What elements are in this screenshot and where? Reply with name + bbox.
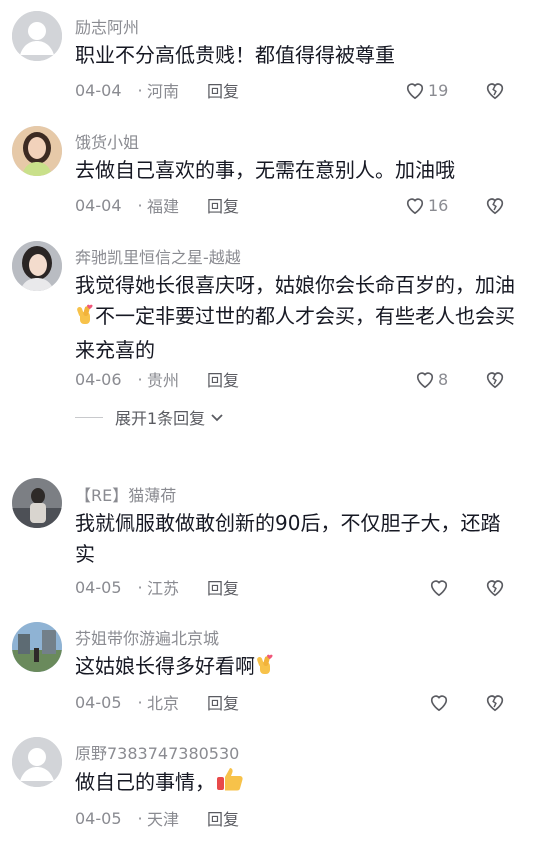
like-button[interactable]: [428, 690, 452, 714]
comment-date: 04-04: [75, 80, 122, 100]
username[interactable]: 芬姐带你游遍北京城: [75, 625, 219, 649]
avatar[interactable]: [12, 478, 62, 528]
comment-location: 贵州: [147, 371, 180, 390]
like-button[interactable]: 8: [414, 367, 448, 391]
like-button[interactable]: 19: [404, 78, 448, 102]
avatar[interactable]: [12, 126, 62, 176]
username[interactable]: 饿货小姐: [75, 129, 139, 153]
expand-replies-label: 展开1条回复: [115, 409, 206, 428]
finger-heart-emoji: [255, 654, 275, 685]
expand-replies-button[interactable]: 展开1条回复: [75, 405, 225, 429]
comment-location: 福建: [147, 197, 180, 216]
username[interactable]: 奔驰凯里恒信之星-越越: [75, 244, 241, 268]
avatar[interactable]: [12, 241, 62, 291]
reply-button[interactable]: 回复: [207, 193, 239, 217]
broken-heart-icon[interactable]: [484, 194, 506, 216]
comment-date: 04-05: [75, 577, 122, 597]
comment-meta: 04-05 · 北京 回复: [75, 690, 239, 714]
like-button[interactable]: 16: [404, 193, 448, 217]
comment-text: 我觉得她长很喜庆呀，姑娘你会长命百岁的，加油不一定非要过世的都人才会买，有些老人…: [75, 270, 515, 366]
reply-button[interactable]: 回复: [207, 690, 239, 714]
comment-location: 江苏: [147, 579, 180, 598]
username[interactable]: 原野7383747380530: [75, 740, 239, 764]
username[interactable]: 【RE】猫薄荷: [75, 482, 176, 506]
comment-location: 北京: [147, 694, 180, 713]
reply-button[interactable]: 回复: [207, 78, 239, 102]
broken-heart-icon[interactable]: [484, 368, 506, 390]
comment-meta: 04-05 · 江苏 回复: [75, 575, 239, 599]
like-count: 19: [428, 80, 449, 100]
divider: [75, 416, 103, 418]
avatar[interactable]: [12, 11, 62, 61]
comment-meta: 04-06 · 贵州 回复: [75, 367, 239, 391]
comment-text: 职业不分高低贵贱！都值得得被尊重: [75, 43, 395, 67]
finger-heart-emoji: [75, 304, 95, 335]
heart-outline-icon: [416, 372, 434, 389]
comment-text-part: 这姑娘长得多好看啊: [75, 654, 255, 678]
comment-date: 04-04: [75, 195, 122, 215]
reply-button[interactable]: 回复: [207, 367, 239, 391]
comment-text-part: 不一定非要过世的都人才会买，有些老人也会买来充喜的: [75, 304, 515, 362]
comment-location: 河南: [147, 82, 180, 101]
heart-outline-icon: [406, 83, 424, 100]
heart-outline-icon: [430, 695, 448, 712]
avatar[interactable]: [12, 622, 62, 672]
chevron-down-icon: [211, 414, 223, 422]
comment-date: 04-05: [75, 692, 122, 712]
reply-button[interactable]: 回复: [207, 806, 239, 830]
heart-outline-icon: [430, 580, 448, 597]
comment-text: 我就佩服敢做敢创新的90后，不仅胆子大，还踏实: [75, 511, 501, 566]
heart-outline-icon: [406, 198, 424, 215]
thumbs-up-emoji: [215, 766, 245, 801]
like-count: 16: [428, 195, 449, 215]
comment-text: 做自己的事情，: [75, 766, 515, 801]
comment-date: 04-06: [75, 369, 122, 389]
comment-text-part: 我觉得她长很喜庆呀，姑娘你会长命百岁的，加油: [75, 273, 515, 297]
broken-heart-icon[interactable]: [484, 691, 506, 713]
broken-heart-icon[interactable]: [484, 576, 506, 598]
comment-text: 这姑娘长得多好看啊: [75, 651, 515, 685]
avatar[interactable]: [12, 737, 62, 787]
comment-text-part: 做自己的事情，: [75, 770, 215, 794]
like-count: 8: [438, 369, 449, 389]
broken-heart-icon[interactable]: [484, 79, 506, 101]
like-button[interactable]: [428, 575, 452, 599]
comment-meta: 04-04 · 福建 回复: [75, 193, 239, 217]
comment-location: 天津: [147, 810, 180, 829]
comment-date: 04-05: [75, 808, 122, 828]
username[interactable]: 励志阿州: [75, 14, 139, 38]
comment-meta: 04-04 · 河南 回复: [75, 78, 239, 102]
reply-button[interactable]: 回复: [207, 575, 239, 599]
comment-meta: 04-05 · 天津 回复: [75, 806, 239, 830]
comment-text: 去做自己喜欢的事，无需在意别人。加油哦: [75, 158, 455, 182]
